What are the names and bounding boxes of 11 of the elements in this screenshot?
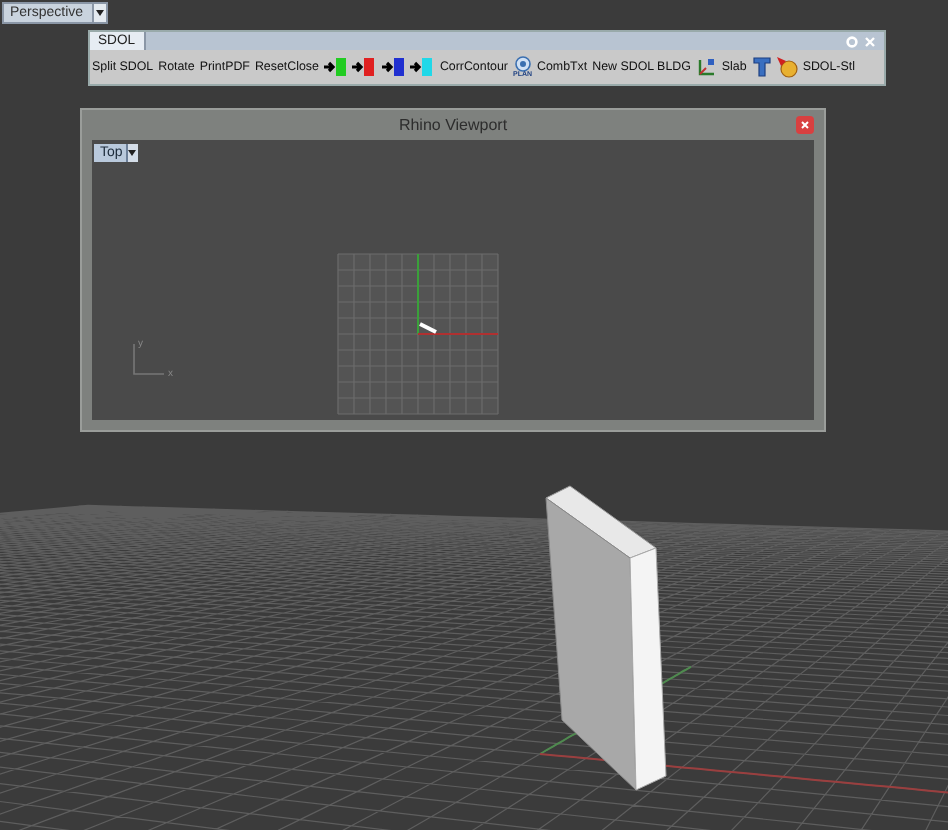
dropdown-icon[interactable] <box>91 4 106 22</box>
window-title: Rhino Viewport <box>398 116 508 134</box>
pillar-icon[interactable] <box>751 56 772 78</box>
close-icon[interactable] <box>796 116 814 134</box>
arrow-block-icon[interactable] <box>352 58 377 76</box>
arrow-block-icon[interactable] <box>410 58 435 76</box>
axis-icon[interactable] <box>695 57 718 77</box>
arrow-block-icon[interactable] <box>323 58 348 76</box>
arrow-block-icon[interactable] <box>381 58 406 76</box>
cursor-disc-icon[interactable] <box>776 56 799 78</box>
axis-icon <box>128 340 168 380</box>
